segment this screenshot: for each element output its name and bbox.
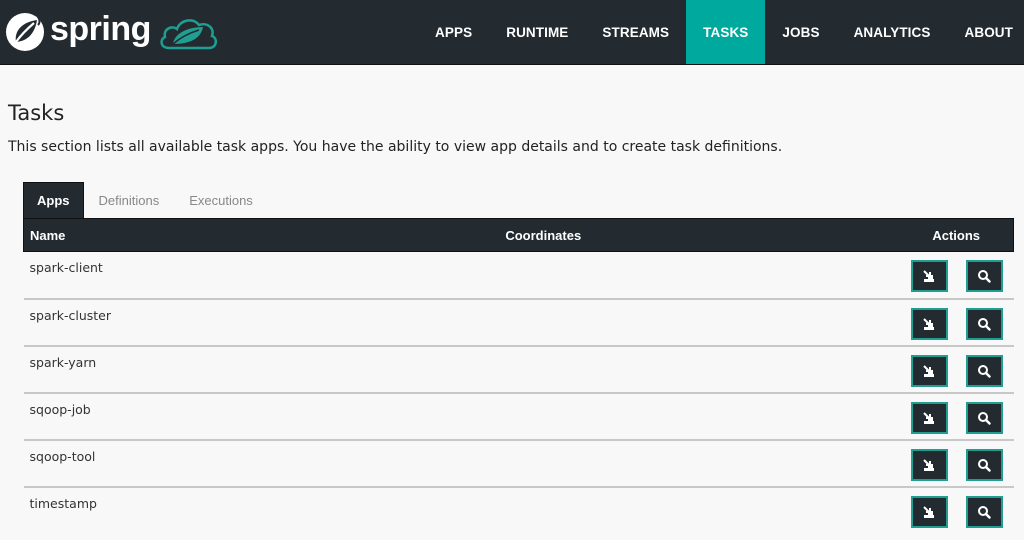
search-icon: [978, 317, 991, 331]
page-title: Tasks: [8, 101, 65, 125]
search-icon: [978, 411, 991, 425]
column-header-coordinates: Coordinates: [370, 218, 717, 252]
nav-streams-label: STREAMS: [602, 24, 670, 40]
table-row: spark-client: [23, 252, 1014, 299]
create-definition-button[interactable]: [910, 401, 948, 434]
nav-about[interactable]: ABOUT: [948, 0, 1024, 64]
task-apps-table: Name Coordinates Actions spark-client sp…: [23, 218, 1014, 534]
create-definition-button[interactable]: [910, 448, 948, 481]
nav-analytics-label: ANALYTICS: [853, 24, 931, 40]
create-definition-icon: [923, 270, 935, 282]
search-icon: [978, 458, 991, 472]
tabs: Apps Definitions Executions: [23, 182, 1014, 218]
tab-definitions-label: Definitions: [98, 192, 160, 208]
top-navbar: spring APPS RUNTIME STREAMS TASKS JOBS A…: [0, 0, 1024, 65]
app-coordinates: [370, 252, 717, 299]
app-name: spark-cluster: [29, 307, 112, 323]
app-coordinates: [370, 299, 717, 346]
tab-apps[interactable]: Apps: [23, 182, 84, 218]
create-definition-button[interactable]: [910, 354, 948, 387]
create-definition-button[interactable]: [910, 495, 948, 528]
main-nav: APPS RUNTIME STREAMS TASKS JOBS ANALYTIC…: [435, 0, 1024, 64]
nav-jobs[interactable]: JOBS: [765, 0, 836, 64]
nav-apps[interactable]: APPS: [435, 0, 489, 64]
actions-cell: [717, 487, 1014, 534]
app-name: sqoop-tool: [29, 448, 96, 464]
app-coordinates: [370, 346, 717, 393]
brand[interactable]: spring: [0, 0, 219, 64]
view-details-button[interactable]: [965, 401, 1003, 434]
create-definition-icon: [923, 411, 935, 424]
view-details-button[interactable]: [965, 307, 1003, 340]
table-header-row: Name Coordinates Actions: [23, 218, 1014, 252]
tab-executions[interactable]: Executions: [174, 182, 268, 218]
nav-streams[interactable]: STREAMS: [585, 0, 686, 64]
column-header-name[interactable]: Name: [23, 218, 370, 252]
tab-definitions[interactable]: Definitions: [84, 182, 175, 218]
app-name: spark-yarn: [29, 354, 97, 370]
view-details-button[interactable]: [965, 495, 1003, 528]
create-definition-button[interactable]: [910, 307, 948, 340]
create-definition-button[interactable]: [910, 260, 948, 292]
app-coordinates: [370, 440, 717, 487]
nav-runtime-label: RUNTIME: [506, 24, 569, 40]
search-icon: [978, 364, 991, 378]
tab-apps-label: Apps: [37, 193, 70, 208]
tasks-panel: Apps Definitions Executions Name Coordin…: [23, 182, 1014, 534]
spring-cloud-dataflow-icon: [160, 19, 217, 50]
actions-cell: [717, 299, 1014, 346]
app-coordinates: [370, 393, 717, 440]
table-row: spark-cluster: [23, 299, 1014, 346]
main-content: Tasks This section lists all available t…: [0, 101, 1024, 534]
actions-cell: [717, 346, 1014, 393]
nav-about-label: ABOUT: [964, 24, 1013, 40]
view-details-button[interactable]: [965, 354, 1003, 387]
nav-runtime[interactable]: RUNTIME: [489, 0, 585, 64]
create-definition-icon: [923, 364, 935, 377]
create-definition-icon: [923, 317, 935, 330]
actions-cell: [717, 393, 1014, 440]
view-details-button[interactable]: [965, 448, 1003, 481]
nav-apps-label: APPS: [435, 24, 473, 40]
nav-analytics[interactable]: ANALYTICS: [837, 0, 948, 64]
actions-cell: [717, 440, 1014, 487]
app-name: timestamp: [29, 495, 97, 511]
table-row: sqoop-job: [23, 393, 1014, 440]
app-name: sqoop-job: [29, 401, 91, 417]
page-description: This section lists all available task ap…: [8, 139, 783, 155]
table-row: timestamp: [24, 487, 1014, 534]
app-coordinates: [370, 487, 717, 534]
search-icon: [978, 505, 991, 519]
spring-leaf-icon: [6, 13, 44, 51]
create-definition-icon: [923, 458, 935, 471]
search-icon: [978, 270, 991, 283]
app-name: spark-client: [29, 260, 103, 275]
table-row: sqoop-tool: [23, 440, 1014, 487]
table-row: spark-yarn: [23, 346, 1014, 393]
tab-executions-label: Executions: [189, 192, 253, 208]
create-definition-icon: [923, 505, 935, 518]
actions-cell: [717, 252, 1014, 299]
nav-tasks[interactable]: TASKS: [686, 0, 766, 64]
nav-tasks-label: TASKS: [703, 24, 749, 40]
column-header-actions: Actions: [716, 218, 1014, 252]
view-details-button[interactable]: [965, 260, 1003, 292]
brand-name: spring: [50, 9, 151, 48]
nav-jobs-label: JOBS: [782, 24, 820, 40]
